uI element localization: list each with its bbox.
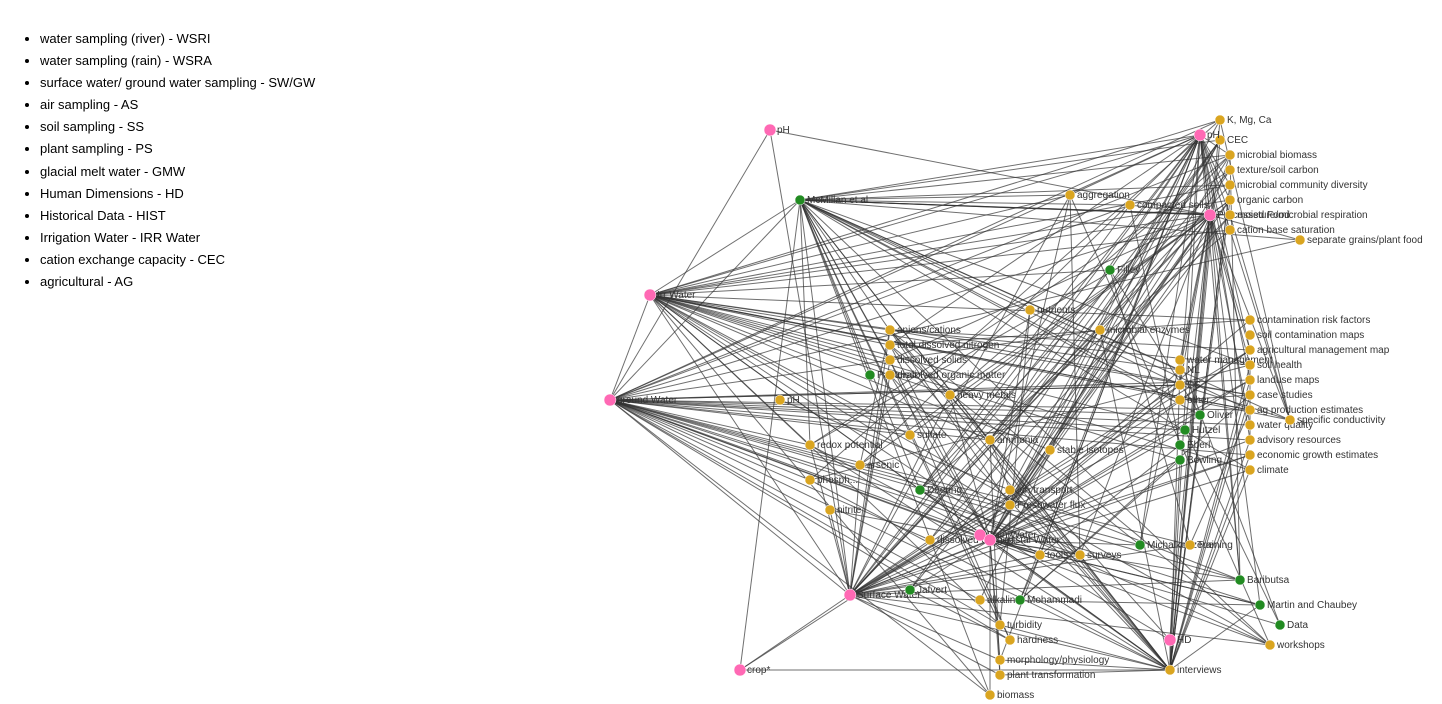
network-edge bbox=[1230, 215, 1290, 420]
node-label: CEC bbox=[1227, 135, 1248, 146]
node-label: plant transformation bbox=[1007, 670, 1095, 681]
node-label: microbial community diversity bbox=[1237, 180, 1368, 191]
node-label: microbial biomass bbox=[1237, 150, 1317, 161]
node-label: water quality bbox=[1256, 420, 1313, 431]
network-node[interactable]: advisory resources bbox=[1245, 435, 1341, 446]
network-node[interactable]: texture/soil carbon bbox=[1225, 165, 1319, 176]
network-node[interactable]: climate bbox=[1245, 465, 1289, 476]
network-node[interactable]: CEC bbox=[1215, 135, 1248, 146]
node-label: specific conductivity bbox=[1297, 415, 1385, 426]
network-edge bbox=[800, 155, 1230, 200]
node-label: landuse maps bbox=[1257, 375, 1319, 386]
node-label: interviews bbox=[1177, 665, 1221, 676]
network-svg: pHMcMillan et alground WaterIrr Waterpho… bbox=[430, 0, 1440, 704]
network-node[interactable]: contamination risk factors bbox=[1245, 315, 1370, 326]
network-edge bbox=[810, 170, 1230, 445]
node-label: climate bbox=[1257, 465, 1289, 476]
network-node[interactable]: workshops bbox=[1265, 640, 1325, 651]
node-label: Baributsa bbox=[1247, 575, 1290, 586]
network-node[interactable]: separate grains/plant food bbox=[1295, 235, 1423, 246]
network-edge bbox=[850, 595, 1000, 660]
network-node[interactable]: pH bbox=[764, 124, 790, 136]
network-edge bbox=[740, 385, 1180, 670]
network-node[interactable]: organic carbon bbox=[1225, 195, 1303, 206]
network-node[interactable]: water quality bbox=[1245, 420, 1313, 431]
network-node[interactable]: plant transformation bbox=[995, 670, 1095, 681]
node-label: workshops bbox=[1276, 640, 1325, 651]
network-node[interactable]: turbidity bbox=[995, 620, 1042, 631]
node-label: organic carbon bbox=[1237, 195, 1303, 206]
node-label: Martin and Chaubey bbox=[1267, 600, 1357, 611]
network-edge bbox=[890, 375, 990, 540]
network-edge bbox=[910, 140, 1220, 590]
network-edge bbox=[650, 195, 1070, 295]
node-label: soil contamination maps bbox=[1257, 330, 1364, 341]
network-edge bbox=[1000, 625, 1170, 670]
node-label: hardness bbox=[1017, 635, 1058, 646]
network-node[interactable]: water management bbox=[1175, 355, 1273, 366]
network-node[interactable]: Data bbox=[1275, 620, 1309, 631]
edges-group bbox=[610, 120, 1300, 695]
node-label: agricultural management map bbox=[1257, 345, 1390, 356]
network-node[interactable]: specific conductivity bbox=[1285, 415, 1385, 426]
network-node[interactable]: microbial community diversity bbox=[1225, 180, 1368, 191]
node-label: advisory resources bbox=[1257, 435, 1341, 446]
network-edge bbox=[650, 215, 1210, 295]
network-edge bbox=[1000, 670, 1170, 675]
node-label: biomass bbox=[997, 690, 1034, 701]
node-label: pH bbox=[777, 125, 790, 136]
node-label: turbidity bbox=[1007, 620, 1042, 631]
network-edge bbox=[920, 205, 1130, 490]
network-edge bbox=[850, 535, 980, 595]
network-node[interactable]: sulfate bbox=[905, 430, 947, 441]
network-node[interactable]: economic growth estimates bbox=[1245, 450, 1378, 461]
network-edge bbox=[610, 400, 1270, 645]
network-node[interactable]: Oliver bbox=[1195, 410, 1234, 421]
network-edge bbox=[850, 595, 1000, 675]
network-node[interactable]: K, Mg, Ca bbox=[1215, 115, 1272, 126]
network-edge bbox=[1020, 555, 1040, 600]
network-edge bbox=[650, 295, 850, 595]
network-node[interactable]: biomass bbox=[985, 690, 1034, 701]
node-label: aggregation bbox=[1077, 190, 1130, 201]
node-label: soil health bbox=[1257, 360, 1302, 371]
network-node[interactable]: microbial biomass bbox=[1225, 150, 1317, 161]
node-label: K, Mg, Ca bbox=[1227, 115, 1272, 126]
node-label: morphology/physiology bbox=[1007, 655, 1109, 666]
network-node[interactable]: hardness bbox=[1005, 635, 1058, 646]
network-edge bbox=[810, 445, 850, 595]
network-edge bbox=[610, 400, 980, 600]
node-label: Data bbox=[1287, 620, 1309, 631]
node-label: contamination risk factors bbox=[1257, 315, 1370, 326]
node-label: texture/soil carbon bbox=[1237, 165, 1319, 176]
node-label: separate grains/plant food bbox=[1307, 235, 1423, 246]
node-label: nitrite bbox=[837, 505, 862, 516]
network-container: pHMcMillan et alground WaterIrr Waterpho… bbox=[430, 0, 1440, 704]
network-edge bbox=[610, 400, 850, 595]
node-label: moisture/microbial respiration bbox=[1237, 210, 1368, 221]
network-node[interactable]: interviews bbox=[1165, 665, 1221, 676]
node-label: Oliver bbox=[1207, 410, 1234, 421]
network-edge bbox=[1000, 660, 1170, 670]
node-label: economic growth estimates bbox=[1257, 450, 1378, 461]
network-edge bbox=[850, 375, 890, 595]
network-node[interactable]: moisture/microbial respiration bbox=[1225, 210, 1368, 221]
network-edge bbox=[850, 595, 1270, 645]
network-edge bbox=[890, 330, 1170, 670]
